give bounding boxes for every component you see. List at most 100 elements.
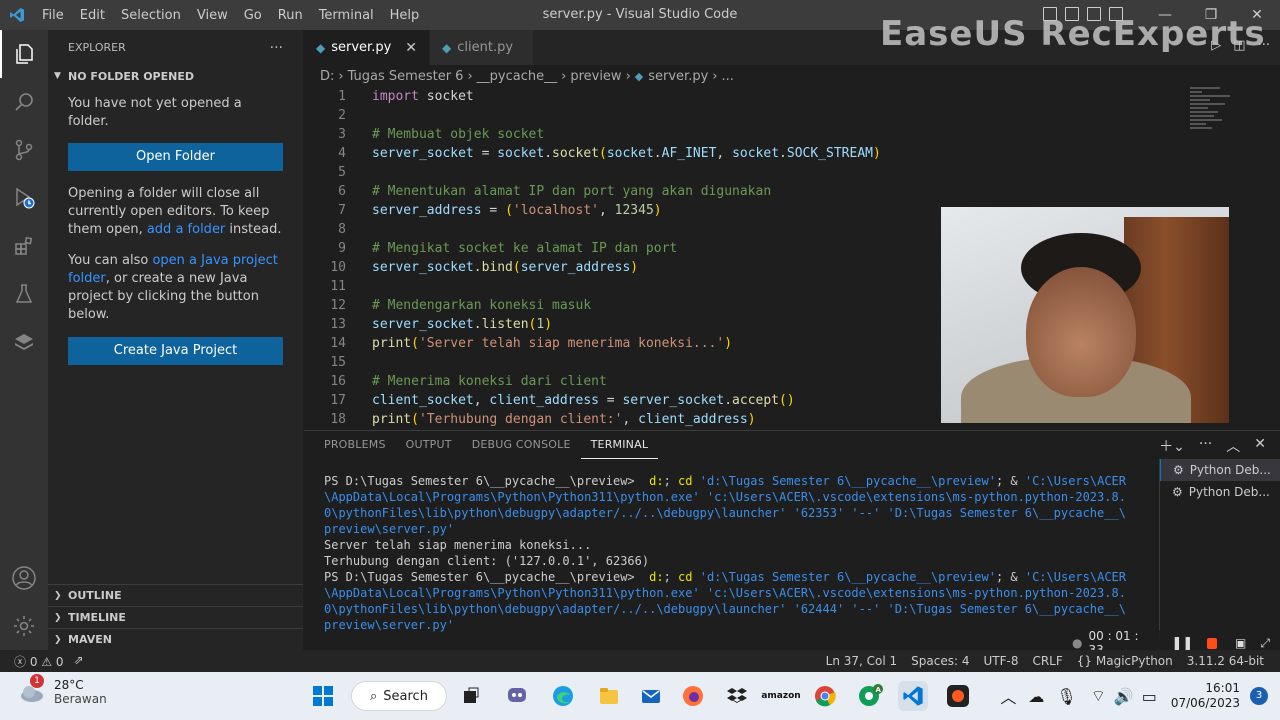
microphone-icon[interactable]: 🎙 (1056, 687, 1076, 706)
terminal-token: \AppData\Local\Programs\Python\Python311… (324, 490, 1126, 504)
notification-badge[interactable]: 3 (1250, 687, 1268, 705)
maven-section[interactable]: ❯ MAVEN (48, 628, 303, 650)
more-actions-icon[interactable]: ··· (1199, 436, 1212, 456)
cursor-position[interactable]: Ln 37, Col 1 (826, 654, 898, 668)
code-token: print (372, 412, 412, 427)
breadcrumb-item[interactable]: ... (721, 69, 733, 84)
close-recorder-icon[interactable]: ⤢ (1260, 636, 1270, 651)
encoding[interactable]: UTF-8 (983, 654, 1018, 668)
terminal-token: ; & (995, 474, 1025, 488)
edge-browser-icon[interactable] (548, 681, 578, 711)
code-token: ( (599, 146, 607, 161)
close-panel-icon[interactable]: ✕ (1254, 436, 1266, 456)
breadcrumb-item[interactable]: preview (570, 69, 621, 84)
taskbar-search[interactable]: ⌕ Search (351, 681, 447, 711)
windows-start-icon[interactable] (308, 681, 338, 711)
firefox-icon[interactable] (678, 681, 708, 711)
menu-item-edit[interactable]: Edit (72, 8, 113, 23)
terminal-item[interactable]: ⚙ Python Deb... (1160, 481, 1280, 503)
account-icon[interactable] (0, 554, 48, 602)
chrome-icon[interactable] (810, 681, 840, 711)
source-control-icon[interactable] (0, 126, 48, 174)
terminal-token: preview\server.py' (324, 522, 455, 536)
timeline-section[interactable]: ❯ TIMELINE (48, 606, 303, 628)
terminal-item[interactable]: ⚙ Python Deb... (1160, 459, 1280, 481)
menu-item-file[interactable]: File (34, 8, 72, 23)
wifi-icon[interactable]: ⌔ (1091, 686, 1106, 706)
run-debug-icon[interactable] (0, 174, 48, 222)
terminal-output[interactable]: PS D:\Tugas Semester 6\__pycache__\previ… (324, 473, 1154, 633)
chevron-right-icon: › (561, 68, 567, 84)
amazon-icon[interactable]: amazon (761, 681, 800, 711)
stop-icon[interactable] (1207, 637, 1218, 649)
tab-terminal[interactable]: TERMINAL (580, 431, 659, 459)
breadcrumb-item[interactable]: ◆ server.py (635, 69, 709, 84)
volume-icon[interactable]: 🔊 (1114, 687, 1134, 706)
mail-icon[interactable] (636, 681, 666, 711)
menu-item-help[interactable]: Help (382, 8, 428, 23)
code-token: 12345 (614, 203, 654, 218)
end-of-line[interactable]: CRLF (1032, 654, 1062, 668)
tab-client-py[interactable]: ◆ client.py (430, 30, 535, 65)
vscode-taskbar-icon[interactable] (898, 681, 928, 711)
code-token: ( (505, 203, 513, 218)
add-folder-link[interactable]: add a folder (147, 222, 225, 237)
code-token: . (473, 317, 482, 332)
manage-gear-icon[interactable] (0, 602, 48, 650)
chevron-right-icon: › (338, 68, 344, 84)
views-more-icon[interactable]: ··· (270, 40, 283, 56)
explorer-icon[interactable] (0, 30, 48, 78)
clock[interactable]: 16:01 07/06/2023 (1171, 681, 1240, 711)
new-terminal-icon[interactable]: ＋⌄ (1159, 436, 1185, 456)
task-view-icon[interactable] (456, 681, 486, 711)
menu-item-go[interactable]: Go (236, 8, 270, 23)
terminal-token: ; & (995, 570, 1025, 584)
menu-item-run[interactable]: Run (270, 8, 311, 23)
python-interpreter[interactable]: 3.11.2 64-bit (1187, 654, 1264, 668)
line-number: 15 (330, 355, 346, 370)
minimap[interactable] (1190, 87, 1240, 147)
layers-icon[interactable] (0, 318, 48, 366)
outline-section[interactable]: ❯ OUTLINE (48, 584, 303, 606)
close-tab-icon[interactable]: ✕ (405, 40, 417, 56)
line-content: # Mengikat socket ke alamat IP dan port (346, 239, 677, 258)
no-folder-section-header[interactable]: ▼ NO FOLDER OPENED (48, 65, 303, 87)
testing-icon[interactable] (0, 270, 48, 318)
create-java-project-button[interactable]: Create Java Project (68, 337, 283, 365)
breadcrumb-item[interactable]: Tugas Semester 6 (348, 69, 464, 84)
tab-label: server.py (331, 40, 392, 55)
weather-widget[interactable]: 1 28°C Berawan (18, 674, 107, 706)
menu-item-terminal[interactable]: Terminal (311, 8, 382, 23)
menu-item-selection[interactable]: Selection (113, 8, 189, 23)
tab-server-py[interactable]: ◆ server.py ✕ (304, 30, 431, 65)
screenshot-icon[interactable]: ▣ (1235, 636, 1246, 650)
live-share-icon[interactable]: ⇗ (74, 653, 84, 670)
pause-icon[interactable]: ❚❚ (1172, 636, 1194, 651)
chrome-profile-icon[interactable]: A (856, 681, 886, 711)
maximize-panel-icon[interactable]: ︿ (1226, 436, 1240, 456)
terminal-token: preview\server.py' (324, 618, 455, 632)
breadcrumb-item[interactable]: D: (320, 69, 334, 84)
search-icon[interactable] (0, 78, 48, 126)
tab-problems[interactable]: PROBLEMS (314, 431, 396, 459)
dropbox-icon[interactable] (722, 681, 752, 711)
tab-output[interactable]: OUTPUT (396, 431, 462, 459)
file-explorer-icon[interactable] (594, 681, 624, 711)
chevron-up-icon[interactable]: ︿ (1000, 684, 1016, 708)
line-number: 6 (338, 184, 346, 199)
indentation[interactable]: Spaces: 4 (911, 654, 969, 668)
language-mode[interactable]: {} MagicPython (1077, 654, 1173, 668)
debug-gear-icon: ⚙ (1172, 485, 1183, 499)
code-line: 6 # Menentukan alamat IP dan port yang ak… (304, 182, 1184, 201)
breadcrumb-item[interactable]: __pycache__ (477, 69, 557, 84)
teams-chat-icon[interactable] (502, 681, 532, 711)
tab-debug-console[interactable]: DEBUG CONSOLE (462, 431, 581, 459)
recorder-app-icon[interactable] (943, 681, 973, 711)
onedrive-icon[interactable]: ☁ (1028, 687, 1044, 706)
warning-icon: ⚠ (41, 654, 53, 669)
problems-indicator[interactable]: ⓧ 0 ⚠ 0 (14, 653, 64, 670)
battery-icon[interactable]: ▭ (1142, 687, 1157, 706)
open-folder-button[interactable]: Open Folder (68, 143, 283, 171)
menu-item-view[interactable]: View (189, 8, 236, 23)
extensions-icon[interactable] (0, 222, 48, 270)
